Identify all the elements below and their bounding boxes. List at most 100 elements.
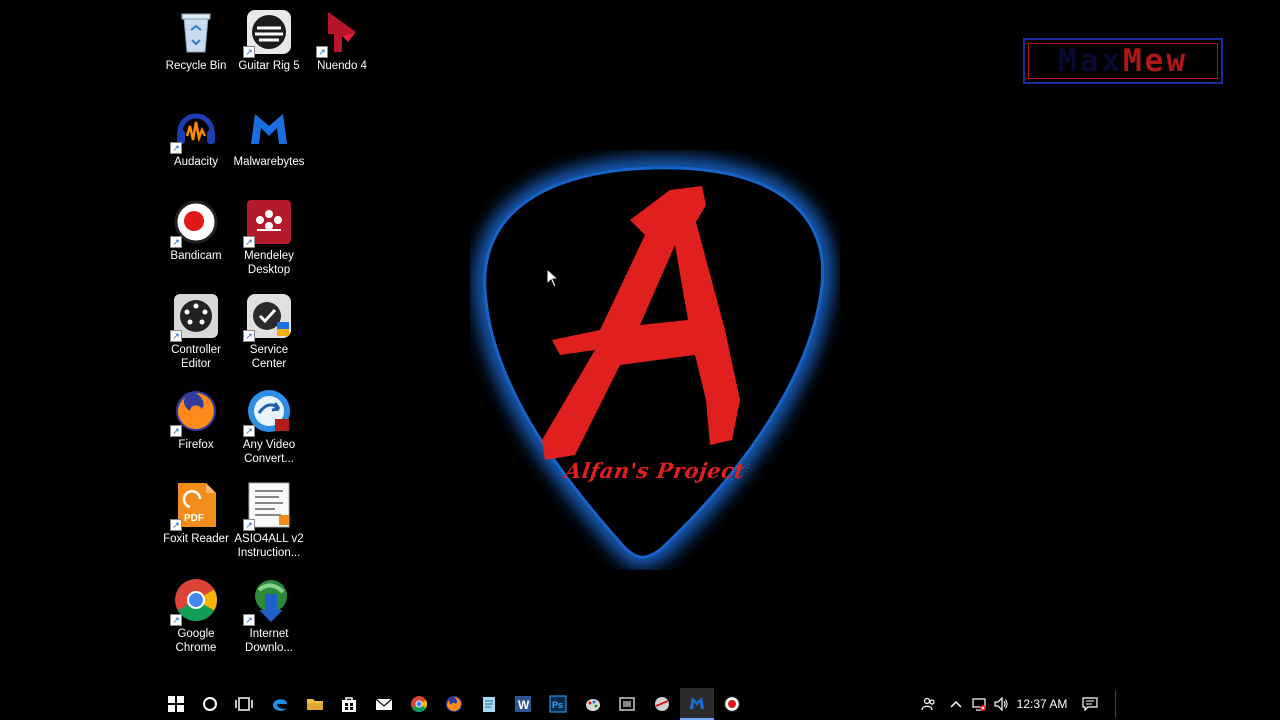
desktop-icon-label: Google Chrome: [175, 628, 217, 654]
paint-icon: [586, 699, 600, 711]
media-icon: [619, 697, 635, 711]
document-icon: ↗: [243, 481, 293, 531]
shortcut-arrow-icon: ↗: [170, 425, 182, 437]
volume-button[interactable]: [992, 688, 1010, 720]
show-desktop-button[interactable]: [1115, 690, 1116, 718]
desktop-icon-label: Malwarebytes: [233, 156, 305, 168]
foxit-reader-icon: PDF ↗: [170, 481, 220, 531]
desktop-icon-firefox[interactable]: ↗ Firefox: [158, 387, 234, 452]
desktop-icon-malwarebytes[interactable]: Malwarebytes: [231, 104, 307, 169]
taskbar-file-explorer[interactable]: [298, 688, 332, 720]
shortcut-arrow-icon: ↗: [243, 330, 255, 342]
people-button[interactable]: [920, 688, 938, 720]
firefox-icon: ↗: [170, 387, 220, 437]
action-center-button[interactable]: [1080, 688, 1100, 720]
shortcut-arrow-icon: ↗: [243, 236, 255, 248]
store-icon: [342, 697, 356, 712]
taskbar-mail[interactable]: [367, 688, 401, 720]
malwarebytes-icon: [690, 697, 704, 709]
shortcut-arrow-icon: ↗: [243, 614, 255, 626]
watermark-part1: Max: [1058, 43, 1123, 79]
taskbar-clock[interactable]: 12:37 AM: [1016, 688, 1068, 720]
desktop-icon-any-video-converter[interactable]: ↗ Any Video Convert...: [231, 387, 307, 466]
desktop-icon-bandicam[interactable]: ↗ Bandicam: [158, 198, 234, 263]
cortana-search-button[interactable]: [193, 688, 227, 720]
any-video-converter-icon: ↗: [243, 387, 293, 437]
svg-text:PDF: PDF: [184, 513, 204, 524]
shortcut-arrow-icon: ↗: [170, 614, 182, 626]
shortcut-arrow-icon: ↗: [243, 519, 255, 531]
svg-text:Ps: Ps: [552, 700, 563, 710]
taskbar-bandicam[interactable]: [715, 688, 749, 720]
desktop-icon-label: ASIO4ALL v2 Instruction...: [234, 533, 304, 559]
word-icon: W: [515, 696, 531, 712]
shortcut-arrow-icon: ↗: [170, 236, 182, 248]
desktop-icon-label: Mendeley Desktop: [244, 250, 294, 276]
taskbar-notepad[interactable]: [472, 688, 506, 720]
taskbar-paint[interactable]: [576, 688, 610, 720]
photoshop-icon: Ps: [549, 695, 567, 713]
controller-editor-icon: ↗: [170, 292, 220, 342]
desktop-icon-controller-editor[interactable]: ↗ Controller Editor: [158, 292, 234, 371]
mendeley-icon: ↗: [243, 198, 293, 248]
taskbar-photoshop[interactable]: Ps: [541, 688, 575, 720]
wallpaper-guitar-pick: Alfan's Project: [470, 150, 840, 570]
desktop-icon-label: Nuendo 4: [317, 60, 367, 72]
desktop-icon-google-chrome[interactable]: ↗ Google Chrome: [158, 576, 234, 655]
chevron-up-icon: [950, 700, 962, 708]
task-view-icon: [235, 697, 253, 711]
taskbar-firefox[interactable]: [437, 688, 471, 720]
shortcut-arrow-icon: ↗: [170, 519, 182, 531]
shortcut-arrow-icon: ↗: [170, 142, 182, 154]
desktop-icon-recycle-bin[interactable]: Recycle Bin: [158, 8, 234, 73]
desktop-icon-service-center[interactable]: ↗ Service Center: [231, 292, 307, 371]
shortcut-arrow-icon: ↗: [243, 425, 255, 437]
taskbar-edge[interactable]: [263, 688, 297, 720]
desktop-icon-label: Internet Downlo...: [245, 628, 293, 654]
desktop-icon-label: Service Center: [249, 344, 289, 370]
taskbar-malwarebytes[interactable]: [680, 688, 714, 720]
desktop-icon-foxit-reader[interactable]: PDF ↗ Foxit Reader: [158, 481, 234, 546]
mouse-pointer-icon: [546, 268, 560, 288]
edge-icon: [273, 699, 287, 711]
shortcut-arrow-icon: ↗: [243, 46, 255, 58]
desktop-icon-mendeley[interactable]: ↗ Mendeley Desktop: [231, 198, 307, 277]
desktop-icon-asio4all-instructions[interactable]: ↗ ASIO4ALL v2 Instruction...: [231, 481, 307, 560]
show-hidden-icons-button[interactable]: [948, 688, 964, 720]
desktop-icon-label: Foxit Reader: [163, 533, 229, 545]
nuendo-icon: ↗: [316, 8, 366, 58]
desktop-icon-label: Audacity: [173, 156, 219, 168]
network-status-button[interactable]: [970, 688, 988, 720]
desktop-icon-label: Recycle Bin: [165, 60, 227, 72]
desktop-icon-guitar-rig[interactable]: ↗ Guitar Rig 5: [231, 8, 307, 73]
desktop-icon-label: Bandicam: [170, 250, 222, 262]
desktop-icon-nuendo[interactable]: ↗ Nuendo 4: [304, 8, 380, 73]
internet-download-manager-icon: ↗: [243, 576, 293, 626]
desktop: Alfan's Project Max Mew Recycle Bin ↗ Aud…: [0, 0, 1280, 688]
service-center-icon: ↗: [243, 292, 293, 342]
desktop-icon-audacity[interactable]: ↗ Audacity: [158, 104, 234, 169]
notepad-icon: [483, 697, 495, 712]
taskbar-network-app[interactable]: [645, 688, 679, 720]
start-button[interactable]: [159, 688, 193, 720]
taskbar-media-app[interactable]: [610, 688, 644, 720]
start-icon: [168, 696, 184, 712]
cortana-search-icon: [203, 697, 217, 711]
taskbar-chrome[interactable]: [402, 688, 436, 720]
bandicam-icon: [723, 695, 741, 713]
taskbar-word[interactable]: W: [506, 688, 540, 720]
task-view-button[interactable]: [227, 688, 261, 720]
watermark-logo: Max Mew: [1023, 38, 1223, 84]
file-explorer-icon: [307, 699, 323, 710]
guitar-rig-icon: ↗: [243, 8, 293, 58]
desktop-icon-internet-download-manager[interactable]: ↗ Internet Downlo...: [231, 576, 307, 655]
bandicam-icon: ↗: [170, 198, 220, 248]
speaker-icon: [994, 696, 1008, 712]
watermark-part2: Mew: [1123, 43, 1188, 79]
svg-text:W: W: [518, 698, 530, 712]
malwarebytes-icon: [245, 104, 293, 152]
chrome-icon: ↗: [170, 576, 220, 626]
desktop-icon-label: Firefox: [178, 439, 214, 451]
taskbar-store[interactable]: [332, 688, 366, 720]
people-icon: [921, 697, 935, 711]
